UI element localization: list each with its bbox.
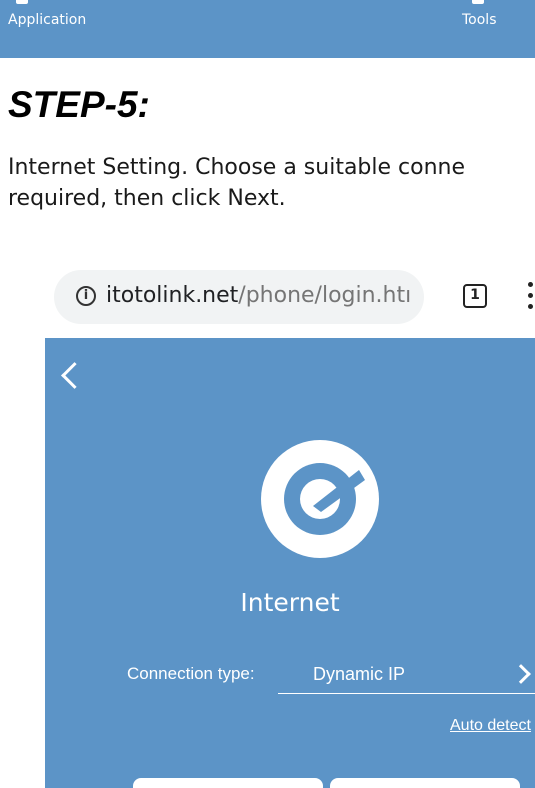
internet-logo-icon: [261, 440, 379, 558]
connection-type-select[interactable]: Dynamic IP: [278, 660, 535, 694]
url-host: itotolink.net: [106, 283, 239, 308]
back-arrow-icon[interactable]: [61, 362, 88, 389]
tab-count-button[interactable]: 1: [463, 284, 487, 308]
more-menu-icon[interactable]: [525, 282, 535, 312]
tools-label[interactable]: Tools: [462, 12, 497, 28]
application-icon: [16, 0, 28, 4]
next-button[interactable]: [330, 778, 520, 788]
back-button[interactable]: [133, 778, 323, 788]
router-setup-panel: Internet Connection type: Dynamic IP Aut…: [45, 338, 535, 788]
top-bar: Application Tools: [0, 0, 535, 58]
chevron-right-icon: [511, 664, 531, 684]
page-title: Internet: [240, 588, 340, 617]
description-line-1: Internet Setting. Choose a suitable conn…: [8, 155, 466, 180]
url-path: /phone/login.htı: [238, 283, 412, 308]
connection-type-value: Dynamic IP: [313, 664, 406, 684]
application-label[interactable]: Application: [8, 12, 86, 28]
info-icon[interactable]: i: [76, 286, 96, 306]
connection-type-label: Connection type:: [127, 664, 255, 683]
url-bar[interactable]: i itotolink.net/phone/login.htı: [54, 270, 424, 324]
auto-detect-link[interactable]: Auto detect: [450, 717, 531, 735]
description-line-2: required, then click Next.: [8, 186, 286, 211]
tools-icon: [472, 0, 484, 4]
step-description: Internet Setting. Choose a suitable conn…: [8, 152, 535, 214]
url-text[interactable]: itotolink.net/phone/login.htı: [106, 283, 414, 308]
step-heading: STEP-5:: [8, 84, 150, 125]
